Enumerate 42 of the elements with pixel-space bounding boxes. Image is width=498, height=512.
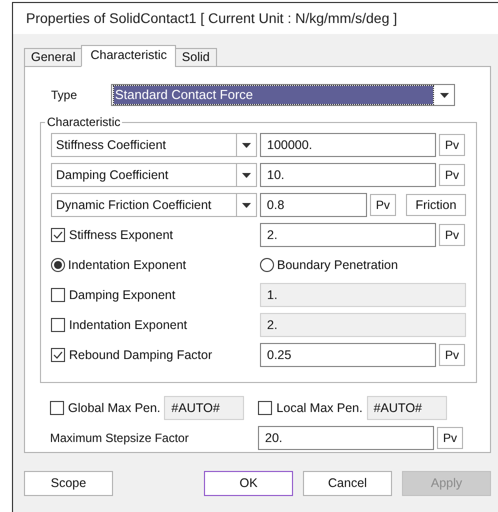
input-field[interactable]: 0.8 xyxy=(260,193,367,217)
field-label: Maximum Stepsize Factor xyxy=(50,430,190,447)
pv-button[interactable]: Pv xyxy=(439,134,465,156)
radio-label: Indentation Exponent xyxy=(68,256,186,274)
checkbox-label: Rebound Damping Factor xyxy=(69,346,212,364)
dialog-button[interactable]: Cancel xyxy=(303,471,392,496)
pv-button[interactable]: Pv xyxy=(439,224,465,246)
tab[interactable]: General xyxy=(24,48,82,67)
parameter-dropdown[interactable]: Damping Coefficient xyxy=(51,163,257,187)
checkbox-label: Local Max Pen. xyxy=(276,400,363,417)
parameter-dropdown[interactable]: Stiffness Coefficient xyxy=(51,133,257,157)
checkbox-label: Global Max Pen. xyxy=(68,400,160,417)
checkbox[interactable] xyxy=(51,228,65,242)
input-field[interactable]: 2. xyxy=(260,223,436,247)
input-field[interactable]: 100000. xyxy=(260,133,436,157)
field-label: Type xyxy=(50,87,78,104)
pv-button[interactable]: Pv xyxy=(437,427,463,449)
type-dropdown[interactable]: Standard Contact Force xyxy=(111,84,455,106)
tab[interactable]: Characteristic xyxy=(81,45,176,67)
input-field[interactable]: 0.25 xyxy=(260,343,436,367)
caret-icon xyxy=(242,202,251,208)
caret-icon xyxy=(440,92,449,98)
pv-button[interactable]: Pv xyxy=(370,194,396,216)
dialog-button[interactable]: OK xyxy=(204,471,293,496)
friction-button[interactable]: Friction xyxy=(406,194,466,216)
caret-icon xyxy=(242,142,251,148)
input-field[interactable]: 20. xyxy=(258,426,434,450)
pv-button[interactable]: Pv xyxy=(439,344,465,366)
pv-button[interactable]: Pv xyxy=(439,164,465,186)
window-title: Properties of SolidContact1 [ Current Unit : N/kg/mm/s/deg ] xyxy=(26,9,398,28)
checkbox[interactable] xyxy=(51,348,65,362)
radio-button[interactable] xyxy=(260,258,274,272)
radio-label: Boundary Penetration xyxy=(277,256,398,274)
checkbox-label: Damping Exponent xyxy=(69,286,176,304)
caret-icon xyxy=(242,172,251,178)
input-field[interactable]: 10. xyxy=(260,163,436,187)
checkbox-label: Stiffness Exponent xyxy=(69,226,174,244)
dialog-button[interactable]: Scope xyxy=(24,471,113,496)
parameter-dropdown[interactable]: Dynamic Friction Coefficient xyxy=(51,193,257,217)
checkbox-label: Indentation Exponent xyxy=(69,316,188,334)
radio-button[interactable] xyxy=(51,258,65,272)
tab[interactable]: Solid xyxy=(174,48,217,67)
